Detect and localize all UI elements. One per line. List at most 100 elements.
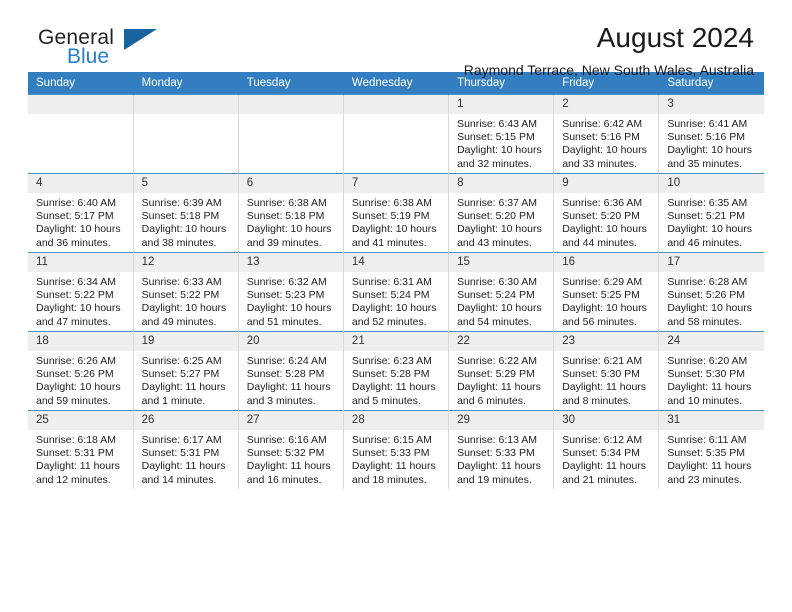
daylight-duration-line1: Daylight: 10 hours (667, 144, 752, 157)
calendar-week-row: 11 Sunrise: 6:34 AM Sunset: 5:22 PM Dayligh… (28, 252, 764, 332)
sunset-time: Sunset: 5:30 PM (667, 368, 745, 381)
day-details: Sunrise: 6:39 AM Sunset: 5:18 PM Daylight:… (134, 193, 238, 250)
sunset-time: Sunset: 5:30 PM (562, 368, 640, 381)
calendar-day-cell[interactable]: 18 Sunrise: 6:26 AM Sunset: 5:26 PM Dayligh… (28, 331, 134, 411)
daylight-duration-line2: and 32 minutes. (457, 157, 532, 170)
daylight-duration-line1: Daylight: 10 hours (562, 302, 647, 315)
day-number: 4 (28, 174, 133, 193)
calendar-day-cell[interactable]: 26 Sunrise: 6:17 AM Sunset: 5:31 PM Dayligh… (133, 410, 239, 489)
calendar-day-cell[interactable]: 21 Sunrise: 6:23 AM Sunset: 5:28 PM Dayligh… (343, 331, 450, 411)
daylight-duration-line2: and 56 minutes. (562, 315, 637, 328)
calendar-day-cell[interactable]: 30 Sunrise: 6:12 AM Sunset: 5:34 PM Dayligh… (553, 410, 660, 489)
sunset-time: Sunset: 5:28 PM (246, 368, 325, 381)
daylight-duration-line1: Daylight: 11 hours (36, 460, 120, 473)
weekday-header-tuesday: Tuesday (238, 72, 344, 95)
daylight-duration-line2: and 52 minutes. (351, 315, 427, 328)
daylight-duration-line1: Daylight: 11 hours (667, 460, 752, 473)
calendar-day-cell[interactable]: 15 Sunrise: 6:30 AM Sunset: 5:24 PM Dayligh… (448, 252, 555, 332)
sunset-time: Sunset: 5:16 PM (562, 131, 640, 144)
day-details: Sunrise: 6:20 AM Sunset: 5:30 PM Daylight:… (659, 351, 764, 408)
daylight-duration-line1: Daylight: 10 hours (457, 223, 542, 236)
daylight-duration-line2: and 49 minutes. (141, 315, 217, 328)
day-details: Sunrise: 6:25 AM Sunset: 5:27 PM Daylight:… (134, 351, 238, 408)
calendar-day-cell[interactable]: 11 Sunrise: 6:34 AM Sunset: 5:22 PM Dayligh… (28, 252, 134, 332)
calendar-day-cell[interactable]: 24 Sunrise: 6:20 AM Sunset: 5:30 PM Dayligh… (658, 331, 764, 411)
calendar-day-cell[interactable]: 5 Sunrise: 6:39 AM Sunset: 5:18 PM Daylight… (133, 173, 239, 253)
day-details: Sunrise: 6:43 AM Sunset: 5:15 PM Daylight:… (449, 114, 553, 171)
daylight-duration-line2: and 47 minutes. (36, 315, 111, 328)
day-details: Sunrise: 6:29 AM Sunset: 5:25 PM Daylight:… (554, 272, 658, 329)
day-number: 29 (449, 411, 554, 430)
day-details: Sunrise: 6:18 AM Sunset: 5:31 PM Daylight:… (28, 430, 133, 487)
daylight-duration-line2: and 23 minutes. (667, 473, 743, 486)
calendar-day-cell[interactable]: 3 Sunrise: 6:41 AM Sunset: 5:16 PM Daylight… (658, 94, 764, 174)
calendar-day-cell[interactable]: 29 Sunrise: 6:13 AM Sunset: 5:33 PM Dayligh… (448, 410, 555, 489)
calendar-day-cell[interactable]: 13 Sunrise: 6:32 AM Sunset: 5:23 PM Dayligh… (238, 252, 344, 332)
day-details: Sunrise: 6:37 AM Sunset: 5:20 PM Daylight:… (449, 193, 553, 250)
calendar-day-cell[interactable]: 25 Sunrise: 6:18 AM Sunset: 5:31 PM Dayligh… (28, 410, 134, 489)
daylight-duration-line1: Daylight: 11 hours (457, 460, 541, 473)
calendar-day-cell[interactable]: 28 Sunrise: 6:15 AM Sunset: 5:33 PM Dayligh… (343, 410, 450, 489)
day-number: 26 (133, 411, 238, 430)
sunset-time: Sunset: 5:18 PM (141, 210, 220, 223)
daylight-duration-line2: and 33 minutes. (562, 157, 637, 170)
daylight-duration-line2: and 8 minutes. (562, 394, 632, 407)
calendar-day-cell[interactable]: 31 Sunrise: 6:11 AM Sunset: 5:35 PM Dayligh… (658, 410, 764, 489)
calendar-day-cell[interactable]: 12 Sunrise: 6:33 AM Sunset: 5:22 PM Dayligh… (133, 252, 239, 332)
day-details: Sunrise: 6:17 AM Sunset: 5:31 PM Daylight:… (134, 430, 238, 487)
calendar-day-cell[interactable]: 20 Sunrise: 6:24 AM Sunset: 5:28 PM Dayligh… (238, 331, 344, 411)
calendar-day-cell[interactable]: 23 Sunrise: 6:21 AM Sunset: 5:30 PM Dayligh… (553, 331, 660, 411)
day-number: 31 (659, 411, 764, 430)
calendar-day-cell-empty (133, 94, 239, 174)
day-details: Sunrise: 6:32 AM Sunset: 5:23 PM Daylight:… (239, 272, 343, 329)
weekday-header-wednesday: Wednesday (343, 72, 450, 95)
sunset-time: Sunset: 5:28 PM (351, 368, 430, 381)
daylight-duration-line2: and 39 minutes. (246, 236, 322, 249)
sunset-time: Sunset: 5:15 PM (457, 131, 535, 144)
calendar-day-cell[interactable]: 8 Sunrise: 6:37 AM Sunset: 5:20 PM Daylight… (448, 173, 555, 253)
sunrise-time: Sunrise: 6:36 AM (562, 197, 643, 209)
sunrise-time: Sunrise: 6:22 AM (457, 355, 538, 367)
calendar-day-cell[interactable]: 27 Sunrise: 6:16 AM Sunset: 5:32 PM Dayligh… (238, 410, 344, 489)
daylight-duration-line2: and 59 minutes. (36, 394, 111, 407)
sunrise-time: Sunrise: 6:15 AM (351, 434, 432, 446)
day-number: 30 (554, 411, 659, 430)
calendar-week-row: 1 Sunrise: 6:43 AM Sunset: 5:15 PM Daylight… (28, 94, 764, 174)
calendar-day-cell[interactable]: 4 Sunrise: 6:40 AM Sunset: 5:17 PM Daylight… (28, 173, 134, 253)
sunset-time: Sunset: 5:32 PM (246, 447, 325, 460)
daylight-duration-line2: and 58 minutes. (667, 315, 743, 328)
sunrise-time: Sunrise: 6:37 AM (457, 197, 538, 209)
sunrise-time: Sunrise: 6:30 AM (457, 276, 538, 288)
calendar-day-cell[interactable]: 6 Sunrise: 6:38 AM Sunset: 5:18 PM Daylight… (238, 173, 344, 253)
day-details: Sunrise: 6:38 AM Sunset: 5:19 PM Daylight:… (344, 193, 448, 250)
day-details: Sunrise: 6:16 AM Sunset: 5:32 PM Daylight:… (239, 430, 343, 487)
calendar-day-cell[interactable]: 14 Sunrise: 6:31 AM Sunset: 5:24 PM Dayligh… (343, 252, 450, 332)
sunset-time: Sunset: 5:31 PM (141, 447, 220, 460)
sunrise-time: Sunrise: 6:17 AM (141, 434, 222, 446)
daylight-duration-line1: Daylight: 11 hours (141, 460, 226, 473)
day-details: Sunrise: 6:13 AM Sunset: 5:33 PM Daylight:… (449, 430, 553, 487)
calendar-day-cell[interactable]: 22 Sunrise: 6:22 AM Sunset: 5:29 PM Dayligh… (448, 331, 555, 411)
calendar-day-cell-empty (238, 94, 344, 174)
calendar-day-cell[interactable]: 10 Sunrise: 6:35 AM Sunset: 5:21 PM Dayligh… (658, 173, 764, 253)
daylight-duration-line2: and 46 minutes. (667, 236, 743, 249)
day-number: 9 (554, 174, 659, 193)
sunrise-time: Sunrise: 6:40 AM (36, 197, 116, 209)
day-number: 22 (449, 332, 554, 351)
day-number (133, 95, 238, 114)
daylight-duration-line1: Daylight: 10 hours (667, 302, 752, 315)
calendar-page: General Blue August 2024 Raymond Terrace… (0, 0, 792, 612)
calendar-day-cell[interactable]: 9 Sunrise: 6:36 AM Sunset: 5:20 PM Daylight… (553, 173, 660, 253)
daylight-duration-line2: and 14 minutes. (141, 473, 217, 486)
daylight-duration-line1: Daylight: 11 hours (562, 460, 647, 473)
daylight-duration-line1: Daylight: 10 hours (36, 223, 121, 236)
daylight-duration-line1: Daylight: 10 hours (457, 144, 542, 157)
triangle-icon (124, 29, 157, 50)
calendar-day-cell[interactable]: 1 Sunrise: 6:43 AM Sunset: 5:15 PM Daylight… (448, 94, 555, 174)
sunset-time: Sunset: 5:19 PM (351, 210, 430, 223)
calendar-day-cell[interactable]: 16 Sunrise: 6:29 AM Sunset: 5:25 PM Dayligh… (553, 252, 660, 332)
calendar-day-cell[interactable]: 19 Sunrise: 6:25 AM Sunset: 5:27 PM Dayligh… (133, 331, 239, 411)
calendar-day-cell[interactable]: 17 Sunrise: 6:28 AM Sunset: 5:26 PM Dayligh… (658, 252, 764, 332)
calendar-day-cell[interactable]: 7 Sunrise: 6:38 AM Sunset: 5:19 PM Daylight… (343, 173, 450, 253)
calendar-day-cell[interactable]: 2 Sunrise: 6:42 AM Sunset: 5:16 PM Daylight… (553, 94, 660, 174)
